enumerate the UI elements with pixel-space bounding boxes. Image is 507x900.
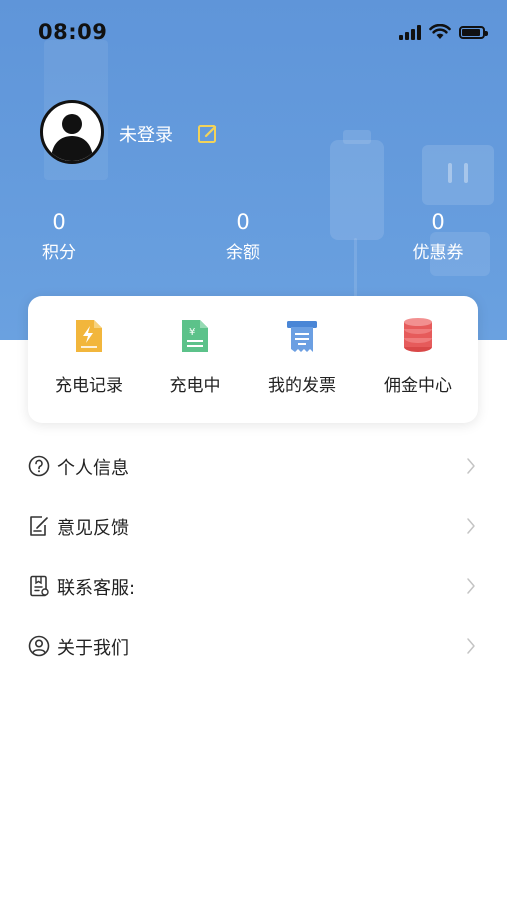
menu-item-feedback-label: 意见反馈 <box>57 518 129 539</box>
feedback-icon <box>30 516 48 536</box>
settings-menu: 个人信息 意见反馈 联系客服: 关于我们 <box>0 436 507 676</box>
wifi-icon <box>429 24 451 39</box>
avatar[interactable] <box>40 100 104 164</box>
user-silhouette-icon <box>51 114 93 161</box>
charge-record-icon <box>76 320 102 352</box>
cellular-signal-icon <box>399 24 421 40</box>
invoice-label: 我的发票 <box>268 376 336 396</box>
stat-coupons-label: 优惠券 <box>412 243 464 263</box>
charge-record-button[interactable]: 充电记录 <box>33 318 145 396</box>
stat-points[interactable]: 0 积分 <box>14 208 104 264</box>
user-circle-icon <box>28 635 50 657</box>
background-charger-decoration <box>330 140 384 240</box>
stat-coupons-value: 0 <box>431 210 445 234</box>
menu-item-about-us-label: 关于我们 <box>57 638 129 659</box>
svg-text:¥: ¥ <box>189 327 195 338</box>
commission-icon <box>404 318 432 352</box>
charging-button[interactable]: ¥ 充电中 <box>139 318 251 396</box>
status-time: 08:09 <box>38 20 108 44</box>
edit-icon[interactable] <box>197 123 219 145</box>
status-bar: 08:09 <box>0 0 507 66</box>
stat-points-value: 0 <box>52 210 66 234</box>
background-cable-decoration <box>354 238 357 298</box>
stat-balance[interactable]: 0 余额 <box>198 208 288 264</box>
menu-item-personal-info-label: 个人信息 <box>57 458 129 479</box>
menu-item-customer-service-label: 联系客服: <box>57 578 136 599</box>
login-status-text[interactable]: 未登录 <box>119 121 173 147</box>
customer-service-icon <box>30 575 49 597</box>
invoice-icon <box>287 321 317 352</box>
menu-item-personal-info[interactable]: 个人信息 <box>0 436 507 496</box>
background-socket-decoration <box>422 145 494 205</box>
stat-coupons[interactable]: 0 优惠券 <box>393 208 483 264</box>
stat-balance-label: 余额 <box>226 243 260 263</box>
menu-item-feedback[interactable]: 意见反馈 <box>0 496 507 556</box>
commission-button[interactable]: 佣金中心 <box>362 318 474 396</box>
chevron-right-icon <box>467 578 475 594</box>
invoice-button[interactable]: 我的发票 <box>246 318 358 396</box>
chevron-right-icon <box>467 518 475 534</box>
status-icons <box>399 24 488 40</box>
chevron-right-icon <box>467 638 475 654</box>
commission-label: 佣金中心 <box>384 376 452 396</box>
quick-actions-card: 充电记录 ¥ 充电中 我的发票 佣金中心 <box>28 296 478 423</box>
charging-icon: ¥ <box>182 320 208 352</box>
charge-record-label: 充电记录 <box>55 376 123 396</box>
stat-points-label: 积分 <box>42 243 76 263</box>
menu-item-customer-service[interactable]: 联系客服: <box>0 556 507 616</box>
charging-label: 充电中 <box>169 376 221 396</box>
stat-balance-value: 0 <box>236 210 250 234</box>
question-circle-icon <box>28 455 50 477</box>
chevron-right-icon <box>467 458 475 474</box>
menu-item-about-us[interactable]: 关于我们 <box>0 616 507 676</box>
battery-icon <box>459 25 488 39</box>
